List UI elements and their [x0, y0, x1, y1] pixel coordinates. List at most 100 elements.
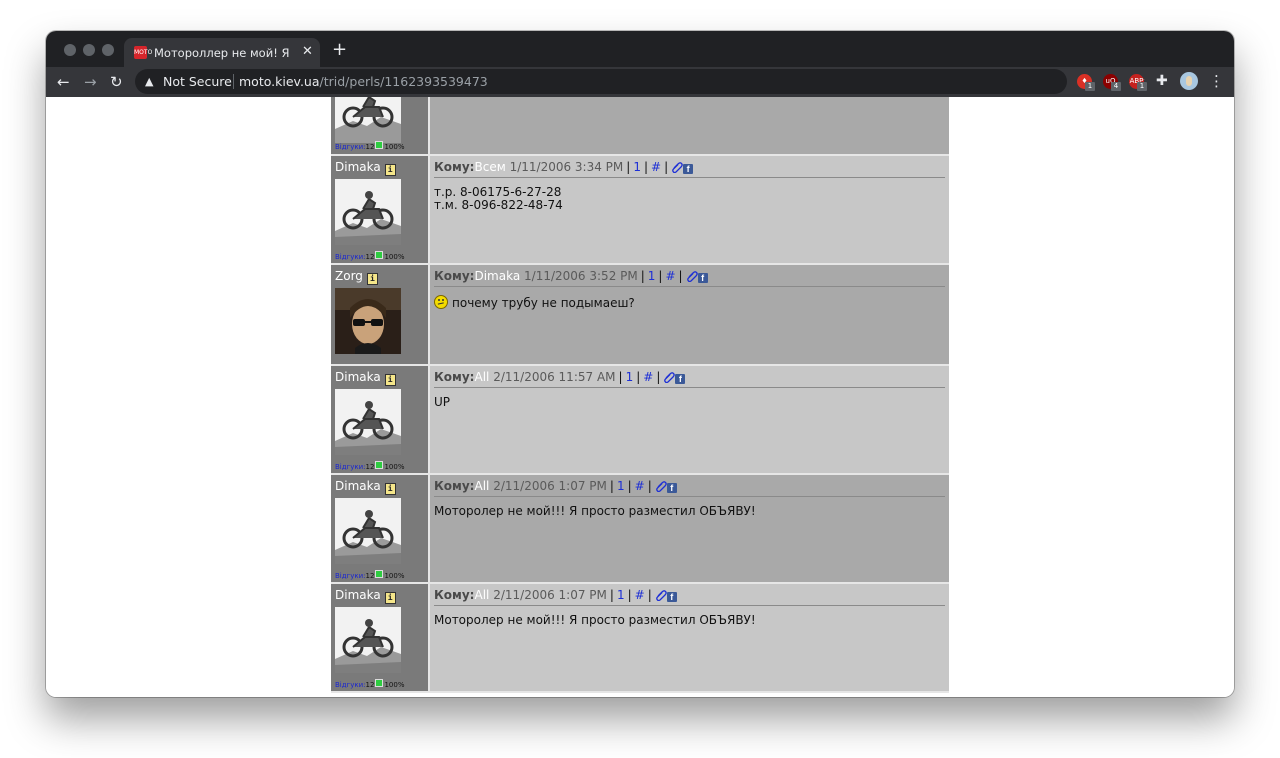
rating-label[interactable]: Відгуки: [335, 463, 366, 471]
browser-menu-icon[interactable]: ⋮ [1209, 71, 1224, 91]
rating: Відгуки:12 100% [335, 679, 404, 690]
author-name[interactable]: Dimaka i [335, 370, 396, 386]
rating: Відгуки:12 100% [335, 251, 404, 262]
rating-count: 12 [365, 572, 375, 580]
attachment-icon[interactable] [671, 161, 683, 173]
post-date: 2/11/2006 1:07 PM [493, 588, 607, 602]
permalink-link[interactable]: # [665, 269, 675, 283]
to-label: Кому: [434, 160, 475, 174]
rating-label[interactable]: Відгуки: [335, 253, 366, 261]
post-text: UP [434, 396, 945, 409]
post-number-link[interactable]: 1 [633, 160, 641, 174]
security-indicator[interactable]: Not Secure [163, 73, 232, 90]
profile-avatar[interactable] [1180, 72, 1198, 90]
author-link[interactable]: Dimaka [335, 588, 381, 602]
permalink-link[interactable]: # [635, 588, 645, 602]
address-bar[interactable]: ▲ Not Secure moto.kiev.ua/trid/perls/116… [135, 69, 1145, 94]
to-label: Кому: [434, 588, 475, 602]
post-content: Кому:All 2/11/2006 1:07 PM | 1 | # | f Мотоpоле… [430, 584, 949, 691]
attachment-icon[interactable] [686, 270, 698, 282]
permalink-link[interactable]: # [635, 479, 645, 493]
user-info-icon[interactable]: i [366, 273, 378, 285]
reload-button[interactable]: ↻ [110, 72, 123, 92]
attachment-icon[interactable] [655, 480, 667, 492]
back-button[interactable]: ← [57, 72, 70, 92]
forum-post: Dimaka i Відгуки:12 100% Кому:All 2/11/2006… [331, 584, 949, 693]
permalink-link[interactable]: # [651, 160, 661, 174]
tab-title: Мотороллер не мой! Я прост [154, 46, 294, 60]
site-favicon-icon: MOTO [134, 46, 152, 59]
avatar [335, 498, 401, 564]
url-host: moto.kiev.ua [239, 74, 320, 89]
facebook-share-icon[interactable]: f [697, 273, 708, 283]
facebook-share-icon[interactable]: f [675, 374, 686, 384]
rating-percent: 100% [384, 572, 405, 580]
rating: Відгуки:12 100% [335, 141, 404, 152]
url-text[interactable]: moto.kiev.ua/trid/perls/1162393539473 [239, 73, 488, 90]
forward-button[interactable]: → [84, 72, 97, 92]
user-info-icon[interactable]: i [384, 374, 396, 386]
post-date: 2/11/2006 11:57 AM [493, 370, 616, 384]
page-viewport: Відгуки:12 100% Dimaka i Відгуки:12 100% Ком… [46, 97, 1234, 697]
tab-strip: MOTO Мотороллер не мой! Я прост ✕ + [46, 31, 1234, 67]
user-info-icon[interactable]: i [384, 592, 396, 604]
maximize-window-button[interactable] [102, 44, 114, 56]
rating-label[interactable]: Відгуки: [335, 143, 366, 151]
extensions-puzzle-icon[interactable]: ✚ [1156, 72, 1168, 90]
separator: | [656, 370, 661, 384]
forum-post: Dimaka i Відгуки:12 100% Кому:All 2/11/2006… [331, 475, 949, 584]
browser-toolbar: ← → ↻ ▲ Not Secure moto.kiev.ua/trid/per… [46, 67, 1234, 97]
new-tab-button[interactable]: + [332, 40, 347, 60]
facebook-share-icon[interactable]: f [666, 592, 677, 602]
separator: | [627, 479, 632, 493]
author-name[interactable]: Dimaka i [335, 479, 396, 495]
rating-count: 12 [365, 143, 375, 151]
rating-count: 12 [365, 463, 375, 471]
adblock-badge: 1 [1137, 82, 1147, 91]
author-link[interactable]: Zorg [335, 269, 363, 283]
separator: | [609, 588, 614, 602]
rating-percent: 100% [384, 463, 405, 471]
author-link[interactable]: Dimaka [335, 160, 381, 174]
omnibox-divider [233, 74, 234, 89]
rating-label[interactable]: Відгуки: [335, 572, 366, 580]
tab-close-icon[interactable]: ✕ [302, 44, 313, 60]
user-info-icon[interactable]: i [384, 164, 396, 176]
post-number-link[interactable]: 1 [617, 588, 625, 602]
recipient: All [474, 370, 490, 384]
post-meta: Кому:Всем 1/11/2006 3:34 PM | 1 | # | f [434, 159, 945, 178]
rating-percent: 100% [384, 143, 405, 151]
rating: Відгуки:12 100% [335, 570, 404, 581]
author-name[interactable]: Dimaka i [335, 588, 396, 604]
author-link[interactable]: Dimaka [335, 370, 381, 384]
to-label: Кому: [434, 269, 475, 283]
warning-icon[interactable]: ▲ [145, 74, 153, 89]
user-info-icon[interactable]: i [384, 483, 396, 495]
to-label: Кому: [434, 479, 475, 493]
minimize-window-button[interactable] [83, 44, 95, 56]
separator: | [643, 160, 649, 174]
facebook-share-icon[interactable]: f [683, 164, 694, 174]
rating-label[interactable]: Відгуки: [335, 681, 366, 689]
post-text: Мотоpолер не мой!!! Я просто разместил О… [434, 614, 945, 627]
author-name[interactable]: Dimaka i [335, 160, 396, 176]
post-sidebar: Dimaka i Відгуки:12 100% [331, 475, 430, 582]
post-content: Кому:All 2/11/2006 1:07 PM | 1 | # | f Мотоpоле… [430, 475, 949, 582]
post-content: Кому:Dimaka 1/11/2006 3:52 PM | 1 | # | f почем… [430, 265, 949, 364]
permalink-link[interactable]: # [643, 370, 653, 384]
close-window-button[interactable] [64, 44, 76, 56]
attachment-icon[interactable] [663, 371, 676, 383]
post-content: Кому:All 2/11/2006 11:57 AM | 1 | # | f UP [430, 366, 949, 473]
attachment-icon[interactable] [655, 589, 667, 601]
author-link[interactable]: Dimaka [335, 479, 381, 493]
author-name[interactable]: Zorg i [335, 269, 378, 285]
post-meta: Кому:All 2/11/2006 1:07 PM | 1 | # | f [434, 478, 945, 497]
post-message: Мотоpолер не мой!!! Я просто разместил О… [434, 613, 756, 627]
rating-square-icon [375, 141, 384, 149]
separator: | [609, 479, 614, 493]
post-number-link[interactable]: 1 [617, 479, 625, 493]
active-tab[interactable]: MOTO Мотороллер не мой! Я прост ✕ [124, 38, 320, 67]
separator: | [647, 588, 652, 602]
post-date: 1/11/2006 3:34 PM [509, 160, 624, 174]
facebook-share-icon[interactable]: f [666, 483, 677, 493]
